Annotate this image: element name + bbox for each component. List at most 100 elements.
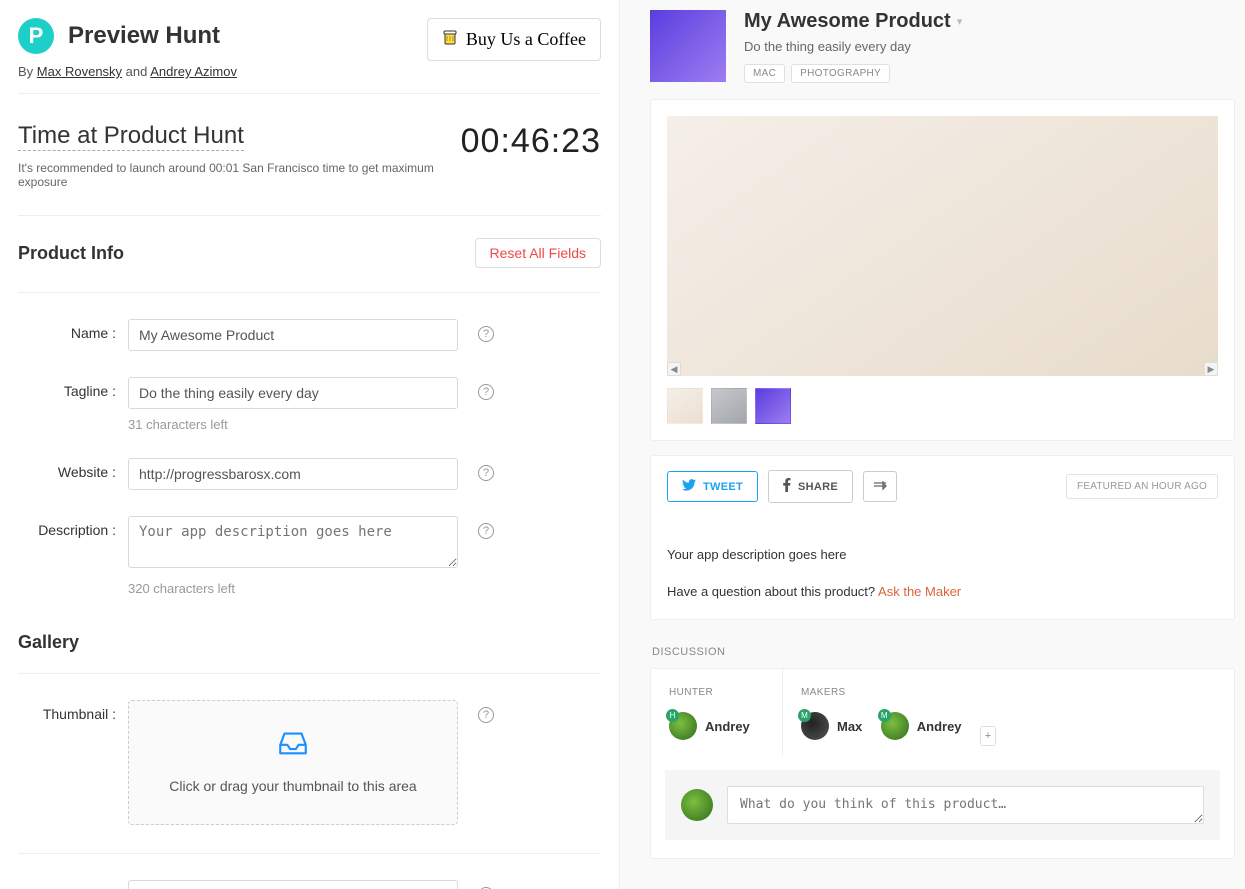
maker-name: Andrey (917, 719, 962, 734)
featured-badge: FEATURED AN HOUR AGO (1066, 474, 1218, 499)
maker-badge-icon: M (798, 709, 811, 722)
avatar: M (801, 712, 829, 740)
ask-maker-link[interactable]: Ask the Maker (878, 584, 961, 599)
name-row: Name : ? (18, 319, 601, 351)
description-input[interactable] (128, 516, 458, 568)
gallery-image (667, 116, 1218, 376)
product-info-head: Product Info Reset All Fields (18, 238, 601, 293)
timer-block: Time at Product Hunt It's recommended to… (18, 122, 601, 216)
name-input-wrap (128, 319, 458, 351)
product-thumbnail (650, 10, 726, 82)
gallery-thumb-1[interactable] (667, 388, 703, 424)
video-label: Video : (18, 880, 128, 889)
video-row: Video : ? (18, 880, 601, 889)
header: P Preview Hunt By Max Rovensky and Andre… (18, 18, 601, 94)
chevron-down-icon[interactable]: ▾ (957, 15, 963, 28)
help-icon[interactable]: ? (478, 326, 494, 342)
coffee-icon (442, 27, 458, 52)
action-bar: TWEET SHARE FEATURED AN HOUR AGO Your ap… (650, 455, 1235, 620)
avatar: M (881, 712, 909, 740)
add-maker-button[interactable]: + (980, 726, 996, 746)
gallery-head: Gallery (18, 632, 601, 674)
tag-photography[interactable]: PHOTOGRAPHY (791, 64, 890, 83)
product-header: My Awesome Product ▾ Do the thing easily… (650, 10, 1235, 83)
gallery-thumb-2[interactable] (711, 388, 747, 424)
gallery-next-button[interactable]: ▶ (1204, 362, 1218, 376)
comment-box (665, 770, 1220, 840)
makers-label: MAKERS (801, 687, 1204, 698)
divider (18, 853, 601, 854)
ask-prefix: Have a question about this product? (667, 584, 878, 599)
thumbnail-dropzone[interactable]: Click or drag your thumbnail to this are… (128, 700, 458, 825)
makers-col: MAKERS M Max M Andrey + (783, 669, 1220, 756)
avatar: H (669, 712, 697, 740)
tagline-label: Tagline : (18, 377, 128, 399)
hunter-col: HUNTER H Andrey (665, 669, 783, 756)
thumbnail-label: Thumbnail : (18, 700, 128, 722)
website-input[interactable] (128, 458, 458, 490)
twitter-icon (682, 479, 696, 494)
tweet-label: TWEET (703, 481, 743, 493)
thumbnail-row: Thumbnail : Click or drag your thumbnail… (18, 700, 601, 825)
website-row: Website : ? (18, 458, 601, 490)
preview-description: Your app description goes here (667, 547, 1218, 562)
app-root: P Preview Hunt By Max Rovensky and Andre… (0, 0, 1245, 889)
maker-person[interactable]: M Andrey (881, 712, 962, 740)
thumbnail-input-wrap: Click or drag your thumbnail to this are… (128, 700, 458, 825)
share-button[interactable]: SHARE (768, 470, 853, 503)
embed-icon (873, 479, 887, 494)
author-link-1[interactable]: Max Rovensky (37, 64, 122, 79)
help-icon[interactable]: ? (478, 523, 494, 539)
tag-mac[interactable]: MAC (744, 64, 785, 83)
tweet-button[interactable]: TWEET (667, 471, 758, 502)
gallery-thumb-3[interactable] (755, 388, 791, 424)
video-input-wrap (128, 880, 458, 889)
timer-value: 00:46:23 (461, 122, 601, 161)
help-icon[interactable]: ? (478, 465, 494, 481)
timer-title[interactable]: Time at Product Hunt (18, 122, 244, 151)
website-input-wrap (128, 458, 458, 490)
logo-row: P Preview Hunt (18, 18, 237, 54)
timer-subtitle: It's recommended to launch around 00:01 … (18, 161, 461, 189)
hunter-badge-icon: H (666, 709, 679, 722)
header-left: P Preview Hunt By Max Rovensky and Andre… (18, 18, 237, 79)
gallery-card: ◀ ▶ (650, 99, 1235, 441)
maker-name: Max (837, 719, 862, 734)
product-info-heading: Product Info (18, 243, 124, 264)
gallery-prev-button[interactable]: ◀ (667, 362, 681, 376)
product-tagline: Do the thing easily every day (744, 39, 962, 54)
buy-coffee-button[interactable]: Buy Us a Coffee (427, 18, 601, 61)
left-pane[interactable]: P Preview Hunt By Max Rovensky and Andre… (0, 0, 620, 889)
timer-text: Time at Product Hunt It's recommended to… (18, 122, 461, 189)
name-input[interactable] (128, 319, 458, 351)
tagline-input-wrap: 31 characters left (128, 377, 458, 432)
hunter-person[interactable]: H Andrey (669, 712, 750, 740)
reset-all-button[interactable]: Reset All Fields (475, 238, 601, 268)
action-buttons: TWEET SHARE FEATURED AN HOUR AGO (667, 470, 1218, 503)
comment-input[interactable] (727, 786, 1204, 824)
author-link-2[interactable]: Andrey Azimov (150, 64, 237, 79)
help-icon[interactable]: ? (478, 384, 494, 400)
product-meta: My Awesome Product ▾ Do the thing easily… (744, 10, 962, 83)
byline: By Max Rovensky and Andrey Azimov (18, 64, 237, 79)
app-title: Preview Hunt (68, 22, 220, 50)
video-input[interactable] (128, 880, 458, 889)
maker-badge-icon: M (878, 709, 891, 722)
avatar (681, 789, 713, 821)
maker-person[interactable]: M Max (801, 712, 862, 740)
name-label: Name : (18, 319, 128, 341)
tagline-input[interactable] (128, 377, 458, 409)
discussion-label: DISCUSSION (652, 646, 1235, 658)
right-pane: My Awesome Product ▾ Do the thing easily… (620, 0, 1245, 889)
gallery-thumbs (667, 388, 1218, 424)
embed-button[interactable] (863, 471, 897, 502)
product-title: My Awesome Product (744, 10, 951, 33)
description-chars-left: 320 characters left (128, 581, 458, 596)
coffee-label: Buy Us a Coffee (466, 29, 586, 50)
ask-question: Have a question about this product? Ask … (667, 584, 1218, 599)
description-input-wrap: 320 characters left (128, 516, 458, 596)
hunter-label: HUNTER (669, 687, 766, 698)
help-icon[interactable]: ? (478, 707, 494, 723)
tagline-row: Tagline : 31 characters left ? (18, 377, 601, 432)
share-label: SHARE (798, 481, 838, 493)
